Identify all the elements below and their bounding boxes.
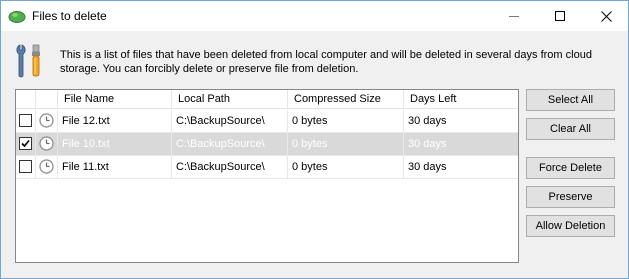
allow-deletion-button[interactable]: Allow Deletion <box>526 215 615 237</box>
header-file-name[interactable]: File Name <box>58 90 172 109</box>
checkmark-icon <box>21 139 30 148</box>
close-icon <box>600 10 612 22</box>
row-checkbox[interactable] <box>19 137 32 150</box>
row-file-name: File 11.txt <box>58 156 172 178</box>
files-to-delete-window: Files to delete This is a list of files … <box>0 0 629 279</box>
close-button[interactable] <box>583 1 629 31</box>
header-check-column[interactable] <box>16 90 36 109</box>
cloud-app-icon <box>8 11 26 23</box>
row-checkbox[interactable] <box>19 114 32 127</box>
header-icon-column[interactable] <box>36 90 58 109</box>
row-check-cell <box>16 156 36 178</box>
row-compressed-size: 0 bytes <box>288 110 404 132</box>
clock-icon <box>39 159 54 174</box>
table-row[interactable]: File 10.txt C:\BackupSource\ 0 bytes 30 … <box>16 133 518 156</box>
force-delete-button[interactable]: Force Delete <box>526 157 615 179</box>
window-title: Files to delete <box>32 9 107 23</box>
clock-icon <box>39 136 54 151</box>
row-local-path: C:\BackupSource\ <box>172 156 288 178</box>
info-description: This is a list of files that have been d… <box>60 49 592 75</box>
row-compressed-size: 0 bytes <box>288 133 404 155</box>
row-icon-cell <box>36 156 58 178</box>
row-days-left: 30 days <box>408 115 447 127</box>
maximize-icon <box>555 11 565 21</box>
header-compressed-size[interactable]: Compressed Size <box>288 90 404 109</box>
row-file-name: File 12.txt <box>58 110 172 132</box>
title-bar[interactable]: Files to delete <box>1 1 628 31</box>
table-row[interactable]: File 11.txt C:\BackupSource\ 0 bytes 30 … <box>16 156 518 179</box>
row-check-cell <box>16 110 36 132</box>
preserve-button[interactable]: Preserve <box>526 186 615 208</box>
row-local-path: C:\BackupSource\ <box>172 133 288 155</box>
row-days-left: 30 days <box>408 138 447 150</box>
row-local-path: C:\BackupSource\ <box>172 110 288 132</box>
row-compressed-size: 0 bytes <box>288 156 404 178</box>
tools-icon <box>16 44 40 78</box>
row-icon-cell <box>36 110 58 132</box>
files-list[interactable]: File Name Local Path Compressed Size Day… <box>15 89 519 263</box>
header-days-left[interactable]: Days Left <box>404 90 518 109</box>
row-checkbox[interactable] <box>19 160 32 173</box>
table-row[interactable]: File 12.txt C:\BackupSource\ 0 bytes 30 … <box>16 110 518 133</box>
list-header: File Name Local Path Compressed Size Day… <box>16 90 518 109</box>
select-all-button[interactable]: Select All <box>526 89 615 111</box>
row-days-left: 30 days <box>408 161 447 173</box>
row-check-cell <box>16 133 36 155</box>
row-file-name: File 10.txt <box>58 133 172 155</box>
clock-icon <box>39 113 54 128</box>
header-local-path[interactable]: Local Path <box>172 90 288 109</box>
minimize-button[interactable] <box>491 1 537 31</box>
minimize-icon <box>509 15 519 17</box>
row-icon-cell <box>36 133 58 155</box>
maximize-button[interactable] <box>537 1 583 31</box>
clear-all-button[interactable]: Clear All <box>526 118 615 140</box>
